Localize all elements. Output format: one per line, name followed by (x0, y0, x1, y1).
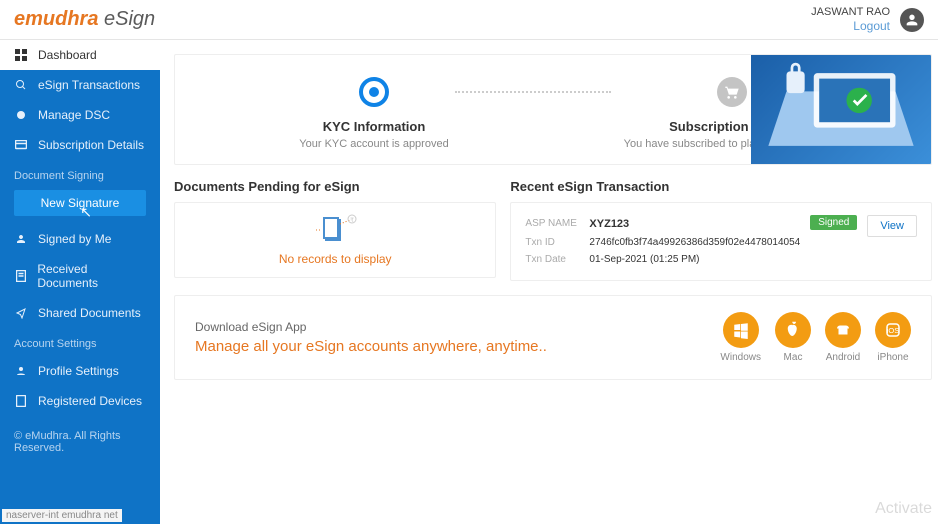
svg-text:iOS: iOS (887, 326, 900, 335)
steps-card: KYC Information Your KYC account is appr… (174, 54, 932, 165)
sidebar-item-signed-by-me[interactable]: Signed by Me (0, 224, 160, 254)
share-icon (14, 307, 28, 319)
header-bar: emudhra eSign JASWANT RAO Logout (0, 0, 938, 40)
download-label: Mac (775, 352, 811, 363)
download-iphone[interactable]: iOS iPhone (875, 312, 911, 363)
main-content: KYC Information Your KYC account is appr… (160, 40, 938, 524)
asp-value: XYZ123 (589, 215, 629, 234)
cart-icon (717, 77, 747, 107)
recent-title: Recent eSign Transaction (510, 179, 932, 194)
android-icon (834, 321, 852, 339)
sidebar-item-label: Signed by Me (38, 232, 111, 246)
download-label: iPhone (875, 352, 911, 363)
download-card: Download eSign App Manage all your eSign… (174, 295, 932, 380)
sidebar-item-profile-settings[interactable]: Profile Settings (0, 356, 160, 386)
pending-panel: Documents Pending for eSign ₹ No records… (174, 179, 496, 281)
txndate-value: 01-Sep-2021 (01:25 PM) (589, 251, 699, 268)
sidebar-item-transactions[interactable]: eSign Transactions (0, 70, 160, 100)
brand-name-b: eSign (98, 8, 155, 30)
svg-text:₹: ₹ (350, 217, 354, 224)
statusbar-url: naserver-int emudhra net (2, 509, 122, 522)
logout-link[interactable]: Logout (853, 19, 890, 33)
cursor-icon: ↖ (80, 204, 92, 221)
view-button[interactable]: View (867, 215, 917, 237)
sidebar-item-label: Subscription Details (38, 138, 144, 152)
sidebar-item-label: Shared Documents (38, 306, 141, 320)
grid-icon (14, 49, 28, 61)
pending-title: Documents Pending for eSign (174, 179, 496, 194)
sidebar-item-label: eSign Transactions (38, 78, 140, 92)
sidebar-item-subscription[interactable]: Subscription Details (0, 130, 160, 160)
txndate-label: Txn Date (525, 251, 581, 268)
user-name: JASWANT RAO (811, 6, 890, 18)
sidebar: Dashboard eSign Transactions Manage DSC … (0, 40, 160, 524)
doc-icon (14, 270, 27, 282)
sidebar-item-dashboard[interactable]: Dashboard (0, 40, 160, 70)
sidebar-section-signing: Document Signing (0, 160, 160, 188)
download-label: Android (825, 352, 861, 363)
appstore-icon: iOS (884, 321, 902, 339)
download-android[interactable]: Android (825, 312, 861, 363)
brand-name-a: emudhra (14, 8, 98, 30)
sidebar-item-label: Dashboard (38, 48, 97, 62)
pending-body: ₹ No records to display (174, 202, 496, 278)
sidebar-item-manage-dsc[interactable]: Manage DSC (0, 100, 160, 130)
card-icon (14, 140, 28, 150)
apple-icon (784, 321, 802, 339)
txnid-value: 2746fc0fb3f74a49926386d359f02e4478014054 (589, 234, 800, 251)
download-label: Windows (720, 352, 761, 363)
logo: emudhra eSign (14, 8, 155, 31)
dot-icon (14, 110, 28, 120)
user-area: JASWANT RAO Logout (811, 6, 924, 33)
sidebar-item-shared-docs[interactable]: Shared Documents (0, 298, 160, 328)
sidebar-item-registered-devices[interactable]: Registered Devices (0, 386, 160, 416)
sidebar-item-label: Profile Settings (38, 364, 119, 378)
step-connector (455, 91, 611, 93)
search-icon (14, 79, 28, 91)
sidebar-footer: © eMudhra. All Rights Reserved. (0, 416, 160, 468)
empty-docs-icon: ₹ (310, 214, 360, 244)
sidebar-item-received-docs[interactable]: Received Documents (0, 254, 160, 298)
step-kyc: KYC Information Your KYC account is appr… (195, 77, 553, 150)
banner-illustration (751, 55, 931, 164)
new-signature-button[interactable]: New Signature ↖ (14, 190, 146, 216)
laptop-shield-illustration-icon (751, 55, 931, 164)
recent-panel: Recent eSign Transaction ASP NAME XYZ123 … (510, 179, 932, 281)
user-icon (14, 233, 28, 245)
download-mac[interactable]: Mac (775, 312, 811, 363)
download-windows[interactable]: Windows (720, 312, 761, 363)
sidebar-item-label: Received Documents (37, 262, 146, 290)
download-title: Download eSign App (195, 320, 547, 334)
step-kyc-title: KYC Information (195, 119, 553, 134)
activate-watermark: Activate (875, 500, 932, 518)
asp-label: ASP NAME (525, 215, 581, 234)
user-icon (904, 12, 920, 28)
status-badge: Signed (810, 215, 857, 230)
step-kyc-sub: Your KYC account is approved (195, 138, 553, 150)
transaction-card: ASP NAME XYZ123 Txn ID 2746fc0fb3f74a49926… (510, 202, 932, 281)
txnid-label: Txn ID (525, 234, 581, 251)
sidebar-item-label: Registered Devices (38, 394, 142, 408)
no-records-text: No records to display (279, 252, 392, 266)
profile-icon (14, 365, 28, 377)
avatar[interactable] (900, 8, 924, 32)
sidebar-section-account: Account Settings (0, 328, 160, 356)
sidebar-item-label: Manage DSC (38, 108, 110, 122)
step-sub-pre: You have subscribed to plan (624, 138, 765, 150)
download-tagline: Manage all your eSign accounts anywhere,… (195, 338, 547, 355)
step-kyc-icon (359, 77, 389, 107)
windows-icon (732, 321, 750, 339)
device-icon (14, 395, 28, 407)
